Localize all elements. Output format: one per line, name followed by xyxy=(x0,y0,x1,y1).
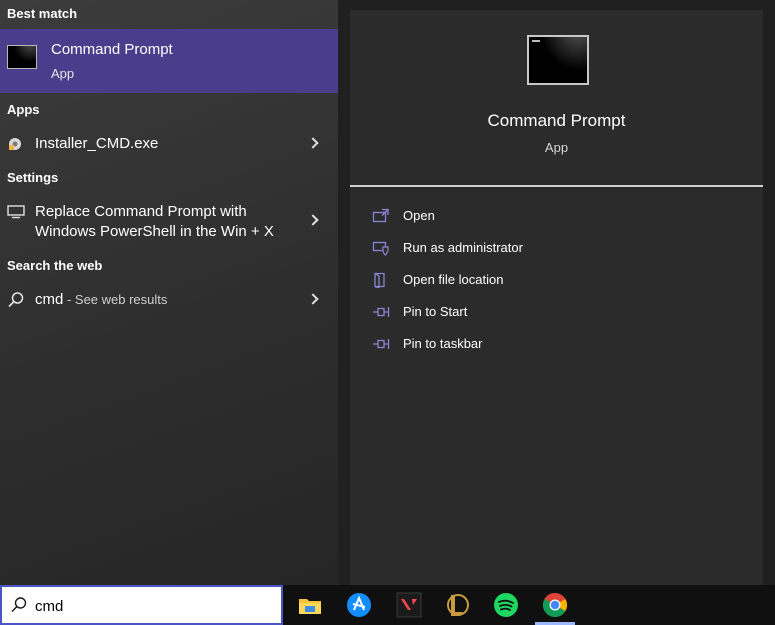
command-prompt-icon xyxy=(7,45,37,69)
shield-icon xyxy=(372,241,389,256)
action-label: Open file location xyxy=(403,272,504,287)
settings-result-line2: Windows PowerShell in the Win + X xyxy=(35,223,274,240)
preview-pane: Command Prompt App Open Run as administr… xyxy=(338,0,775,585)
settings-header: Settings xyxy=(7,170,59,185)
web-search-result[interactable]: cmd - See web results xyxy=(0,289,338,311)
display-settings-icon xyxy=(7,205,25,224)
action-label: Pin to Start xyxy=(403,304,468,319)
open-icon xyxy=(372,208,389,223)
divider xyxy=(350,185,763,187)
action-open-file-location[interactable]: Open file location xyxy=(372,269,732,293)
best-match-header: Best match xyxy=(7,6,78,21)
pin-icon xyxy=(373,307,390,317)
app-result-installer-cmd[interactable]: Installer_CMD.exe xyxy=(0,133,338,155)
action-label: Run as administrator xyxy=(403,240,523,255)
search-input[interactable] xyxy=(35,595,275,617)
settings-result-powershell[interactable]: Replace Command Prompt with Windows Powe… xyxy=(0,201,338,245)
app-result-label: Installer_CMD.exe xyxy=(35,135,159,152)
search-web-header: Search the web xyxy=(7,258,103,273)
file-explorer-icon[interactable] xyxy=(296,591,324,619)
league-of-legends-icon[interactable] xyxy=(443,591,471,619)
chevron-right-icon[interactable] xyxy=(307,214,319,226)
command-prompt-large-icon xyxy=(527,35,589,85)
app-detail-card: Command Prompt App Open Run as administr… xyxy=(350,10,763,585)
detail-type: App xyxy=(544,140,569,155)
chrome-icon[interactable] xyxy=(541,591,569,619)
apps-header: Apps xyxy=(7,102,40,117)
taskbar xyxy=(0,585,775,625)
web-query: cmd xyxy=(35,291,64,308)
web-result-text: cmd - See web results xyxy=(35,290,167,310)
file-location-icon xyxy=(374,272,385,288)
taskbar-search-box[interactable] xyxy=(0,585,283,625)
action-pin-to-start[interactable]: Pin to Start xyxy=(372,301,732,325)
battle-net-icon[interactable] xyxy=(345,591,373,619)
action-pin-to-taskbar[interactable]: Pin to taskbar xyxy=(372,333,732,357)
best-match-name: Command Prompt xyxy=(51,41,173,58)
search-icon xyxy=(10,596,28,619)
spotify-icon[interactable] xyxy=(492,591,520,619)
action-label: Open xyxy=(403,208,435,223)
installer-icon xyxy=(7,136,23,157)
pin-icon xyxy=(373,339,390,349)
web-suffix: - See web results xyxy=(63,292,168,307)
valorant-icon[interactable] xyxy=(395,591,423,619)
action-open[interactable]: Open xyxy=(372,205,732,229)
chevron-right-icon[interactable] xyxy=(307,293,319,305)
action-run-as-administrator[interactable]: Run as administrator xyxy=(372,237,732,261)
best-match-type: App xyxy=(51,66,75,81)
search-icon xyxy=(7,291,25,314)
settings-result-line1: Replace Command Prompt with xyxy=(35,203,247,220)
chevron-right-icon[interactable] xyxy=(307,137,319,149)
best-match-command-prompt[interactable]: Command Prompt App xyxy=(0,29,338,93)
action-label: Pin to taskbar xyxy=(403,336,483,351)
search-results-panel: Best match Command Prompt App Apps Insta… xyxy=(0,0,338,585)
detail-title: Command Prompt xyxy=(487,111,626,130)
